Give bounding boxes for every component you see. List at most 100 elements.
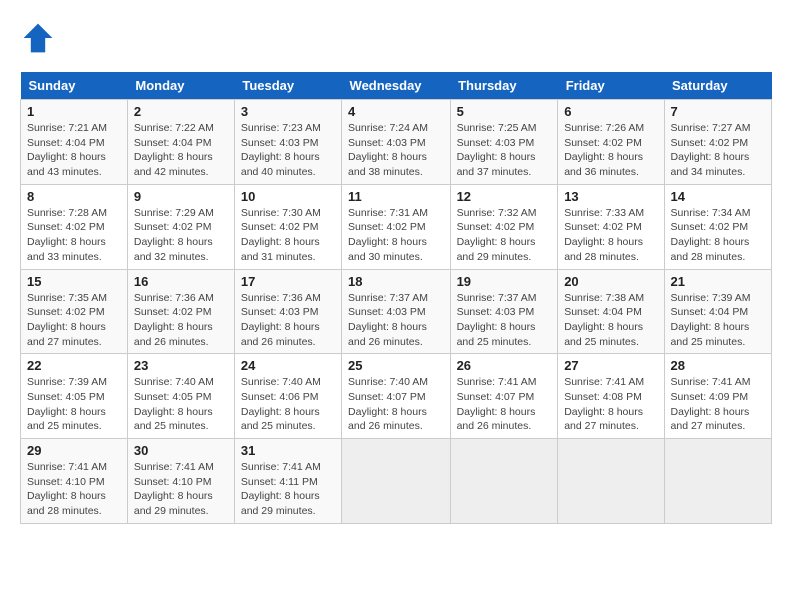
- day-number: 21: [671, 274, 765, 289]
- day-number: 31: [241, 443, 335, 458]
- calendar-cell: 23 Sunrise: 7:40 AM Sunset: 4:05 PM Dayli…: [127, 354, 234, 439]
- calendar-cell: 12 Sunrise: 7:32 AM Sunset: 4:02 PM Dayli…: [450, 184, 558, 269]
- day-info: Sunrise: 7:37 AM Sunset: 4:03 PM Dayligh…: [457, 291, 552, 350]
- calendar-cell: 21 Sunrise: 7:39 AM Sunset: 4:04 PM Dayli…: [664, 269, 771, 354]
- day-number: 17: [241, 274, 335, 289]
- calendar-cell: 1 Sunrise: 7:21 AM Sunset: 4:04 PM Daylig…: [21, 100, 128, 185]
- day-info: Sunrise: 7:39 AM Sunset: 4:05 PM Dayligh…: [27, 375, 121, 434]
- calendar-cell: 28 Sunrise: 7:41 AM Sunset: 4:09 PM Dayli…: [664, 354, 771, 439]
- day-number: 8: [27, 189, 121, 204]
- calendar-cell: 18 Sunrise: 7:37 AM Sunset: 4:03 PM Dayli…: [342, 269, 451, 354]
- day-info: Sunrise: 7:36 AM Sunset: 4:02 PM Dayligh…: [134, 291, 228, 350]
- calendar-week-5: 29 Sunrise: 7:41 AM Sunset: 4:10 PM Dayli…: [21, 439, 772, 524]
- weekday-header-sunday: Sunday: [21, 72, 128, 100]
- day-info: Sunrise: 7:28 AM Sunset: 4:02 PM Dayligh…: [27, 206, 121, 265]
- weekday-header-wednesday: Wednesday: [342, 72, 451, 100]
- calendar-cell: [664, 439, 771, 524]
- day-info: Sunrise: 7:26 AM Sunset: 4:02 PM Dayligh…: [564, 121, 657, 180]
- calendar-cell: 26 Sunrise: 7:41 AM Sunset: 4:07 PM Dayli…: [450, 354, 558, 439]
- day-number: 2: [134, 104, 228, 119]
- page-header: [20, 20, 772, 56]
- calendar-cell: 22Sunrise: 7:39 AM Sunset: 4:05 PM Dayli…: [21, 354, 128, 439]
- day-info: Sunrise: 7:41 AM Sunset: 4:10 PM Dayligh…: [27, 460, 121, 519]
- weekday-header-saturday: Saturday: [664, 72, 771, 100]
- calendar-cell: 7Sunrise: 7:27 AM Sunset: 4:02 PM Daylig…: [664, 100, 771, 185]
- calendar-cell: 9 Sunrise: 7:29 AM Sunset: 4:02 PM Daylig…: [127, 184, 234, 269]
- day-info: Sunrise: 7:22 AM Sunset: 4:04 PM Dayligh…: [134, 121, 228, 180]
- day-info: Sunrise: 7:41 AM Sunset: 4:07 PM Dayligh…: [457, 375, 552, 434]
- day-info: Sunrise: 7:24 AM Sunset: 4:03 PM Dayligh…: [348, 121, 444, 180]
- day-number: 24: [241, 358, 335, 373]
- day-info: Sunrise: 7:34 AM Sunset: 4:02 PM Dayligh…: [671, 206, 765, 265]
- day-number: 25: [348, 358, 444, 373]
- calendar-cell: 30Sunrise: 7:41 AM Sunset: 4:10 PM Dayli…: [127, 439, 234, 524]
- day-number: 18: [348, 274, 444, 289]
- day-number: 11: [348, 189, 444, 204]
- day-number: 12: [457, 189, 552, 204]
- logo-icon: [20, 20, 56, 56]
- weekday-header-thursday: Thursday: [450, 72, 558, 100]
- calendar-cell: 8 Sunrise: 7:28 AM Sunset: 4:02 PM Daylig…: [21, 184, 128, 269]
- day-number: 16: [134, 274, 228, 289]
- day-number: 4: [348, 104, 444, 119]
- day-number: 9: [134, 189, 228, 204]
- calendar-cell: 10Sunrise: 7:30 AM Sunset: 4:02 PM Dayli…: [234, 184, 341, 269]
- day-info: Sunrise: 7:41 AM Sunset: 4:10 PM Dayligh…: [134, 460, 228, 519]
- logo: [20, 20, 62, 56]
- weekday-header-friday: Friday: [558, 72, 664, 100]
- calendar-week-4: 22Sunrise: 7:39 AM Sunset: 4:05 PM Dayli…: [21, 354, 772, 439]
- day-info: Sunrise: 7:36 AM Sunset: 4:03 PM Dayligh…: [241, 291, 335, 350]
- day-number: 5: [457, 104, 552, 119]
- day-number: 26: [457, 358, 552, 373]
- day-number: 3: [241, 104, 335, 119]
- calendar-cell: 31Sunrise: 7:41 AM Sunset: 4:11 PM Dayli…: [234, 439, 341, 524]
- calendar-cell: 6 Sunrise: 7:26 AM Sunset: 4:02 PM Daylig…: [558, 100, 664, 185]
- day-info: Sunrise: 7:30 AM Sunset: 4:02 PM Dayligh…: [241, 206, 335, 265]
- day-info: Sunrise: 7:41 AM Sunset: 4:08 PM Dayligh…: [564, 375, 657, 434]
- day-number: 1: [27, 104, 121, 119]
- calendar-cell: 20Sunrise: 7:38 AM Sunset: 4:04 PM Dayli…: [558, 269, 664, 354]
- calendar-cell: 15Sunrise: 7:35 AM Sunset: 4:02 PM Dayli…: [21, 269, 128, 354]
- day-info: Sunrise: 7:31 AM Sunset: 4:02 PM Dayligh…: [348, 206, 444, 265]
- day-number: 15: [27, 274, 121, 289]
- calendar-table: SundayMondayTuesdayWednesdayThursdayFrid…: [20, 72, 772, 524]
- calendar-cell: 25 Sunrise: 7:40 AM Sunset: 4:07 PM Dayli…: [342, 354, 451, 439]
- calendar-cell: 16 Sunrise: 7:36 AM Sunset: 4:02 PM Dayli…: [127, 269, 234, 354]
- calendar-cell: 11 Sunrise: 7:31 AM Sunset: 4:02 PM Dayli…: [342, 184, 451, 269]
- day-number: 14: [671, 189, 765, 204]
- day-info: Sunrise: 7:33 AM Sunset: 4:02 PM Dayligh…: [564, 206, 657, 265]
- day-number: 6: [564, 104, 657, 119]
- day-number: 27: [564, 358, 657, 373]
- day-number: 29: [27, 443, 121, 458]
- calendar-cell: 27 Sunrise: 7:41 AM Sunset: 4:08 PM Dayli…: [558, 354, 664, 439]
- day-info: Sunrise: 7:29 AM Sunset: 4:02 PM Dayligh…: [134, 206, 228, 265]
- day-info: Sunrise: 7:40 AM Sunset: 4:06 PM Dayligh…: [241, 375, 335, 434]
- calendar-week-2: 8 Sunrise: 7:28 AM Sunset: 4:02 PM Daylig…: [21, 184, 772, 269]
- day-info: Sunrise: 7:40 AM Sunset: 4:07 PM Dayligh…: [348, 375, 444, 434]
- day-number: 28: [671, 358, 765, 373]
- calendar-cell: 2 Sunrise: 7:22 AM Sunset: 4:04 PM Daylig…: [127, 100, 234, 185]
- calendar-cell: 4 Sunrise: 7:24 AM Sunset: 4:03 PM Daylig…: [342, 100, 451, 185]
- calendar-cell: 14 Sunrise: 7:34 AM Sunset: 4:02 PM Dayli…: [664, 184, 771, 269]
- day-info: Sunrise: 7:27 AM Sunset: 4:02 PM Dayligh…: [671, 121, 765, 180]
- calendar-cell: [450, 439, 558, 524]
- day-number: 23: [134, 358, 228, 373]
- day-info: Sunrise: 7:40 AM Sunset: 4:05 PM Dayligh…: [134, 375, 228, 434]
- calendar-week-1: 1 Sunrise: 7:21 AM Sunset: 4:04 PM Daylig…: [21, 100, 772, 185]
- calendar-cell: 29 Sunrise: 7:41 AM Sunset: 4:10 PM Dayli…: [21, 439, 128, 524]
- calendar-cell: [558, 439, 664, 524]
- calendar-cell: 3 Sunrise: 7:23 AM Sunset: 4:03 PM Daylig…: [234, 100, 341, 185]
- calendar-week-3: 15Sunrise: 7:35 AM Sunset: 4:02 PM Dayli…: [21, 269, 772, 354]
- day-info: Sunrise: 7:37 AM Sunset: 4:03 PM Dayligh…: [348, 291, 444, 350]
- weekday-header-tuesday: Tuesday: [234, 72, 341, 100]
- calendar-cell: [342, 439, 451, 524]
- day-info: Sunrise: 7:38 AM Sunset: 4:04 PM Dayligh…: [564, 291, 657, 350]
- calendar-cell: 13Sunrise: 7:33 AM Sunset: 4:02 PM Dayli…: [558, 184, 664, 269]
- day-info: Sunrise: 7:23 AM Sunset: 4:03 PM Dayligh…: [241, 121, 335, 180]
- day-info: Sunrise: 7:25 AM Sunset: 4:03 PM Dayligh…: [457, 121, 552, 180]
- day-info: Sunrise: 7:39 AM Sunset: 4:04 PM Dayligh…: [671, 291, 765, 350]
- weekday-header-monday: Monday: [127, 72, 234, 100]
- day-info: Sunrise: 7:21 AM Sunset: 4:04 PM Dayligh…: [27, 121, 121, 180]
- day-info: Sunrise: 7:41 AM Sunset: 4:09 PM Dayligh…: [671, 375, 765, 434]
- day-info: Sunrise: 7:32 AM Sunset: 4:02 PM Dayligh…: [457, 206, 552, 265]
